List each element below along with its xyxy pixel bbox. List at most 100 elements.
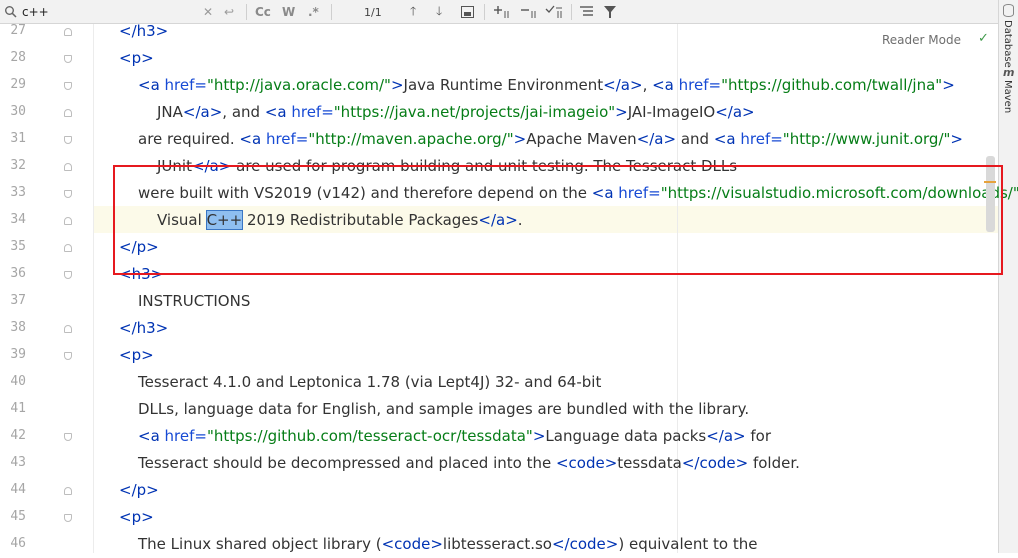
code-line-41[interactable]: DLLs, language data for English, and sam… (138, 396, 749, 423)
line-number[interactable]: 42 (0, 428, 26, 443)
match-count: 1/1 (364, 5, 382, 19)
line-number[interactable]: 30 (0, 104, 26, 119)
line-number[interactable]: 45 (0, 509, 26, 524)
line-number[interactable]: 28 (0, 50, 26, 65)
fold-marker-icon[interactable] (64, 109, 72, 117)
line-number[interactable]: 36 (0, 266, 26, 281)
code-token: "http://maven.apache.org/" (308, 130, 514, 148)
remove-occurrence-icon[interactable] (520, 0, 538, 24)
code-line-30[interactable]: JNA</a>, and <a href="https://java.net/p… (157, 99, 755, 126)
line-number[interactable]: 44 (0, 482, 26, 497)
line-number[interactable]: 43 (0, 455, 26, 470)
code-token: , (642, 76, 653, 94)
code-line-31[interactable]: are required. <a href="http://maven.apac… (138, 126, 963, 153)
code-token: > (950, 130, 963, 148)
fold-marker-icon[interactable] (64, 514, 72, 522)
maven-icon[interactable]: m (1003, 66, 1014, 79)
code-token: <a (138, 76, 165, 94)
clear-search-icon[interactable]: ✕ (203, 0, 213, 24)
code-token: </a> (603, 76, 643, 94)
code-token: > (532, 427, 546, 445)
line-number[interactable]: 29 (0, 77, 26, 92)
database-icon[interactable] (1003, 4, 1014, 17)
code-line-38[interactable]: </h3> (119, 315, 168, 342)
line-number[interactable]: 40 (0, 374, 26, 389)
code-token: </p> (119, 481, 159, 499)
fold-marker-icon[interactable] (64, 244, 72, 252)
match-case-toggle[interactable]: Cc (255, 0, 271, 24)
fold-marker-icon[interactable] (64, 325, 72, 333)
toolbar-separator (246, 4, 247, 20)
add-occurrence-icon[interactable] (493, 0, 511, 24)
fold-marker-icon[interactable] (64, 217, 72, 225)
code-line-46[interactable]: The Linux shared object library (<code>l… (138, 531, 757, 558)
fold-marker-icon[interactable] (64, 271, 72, 279)
code-token: href= (164, 76, 207, 94)
maven-tool-tab[interactable]: Maven (1002, 80, 1013, 113)
line-number[interactable]: 34 (0, 212, 26, 227)
next-occurrence-icon[interactable]: 🡓 (436, 0, 442, 24)
code-line-43[interactable]: Tesseract should be decompressed and pla… (138, 450, 800, 477)
select-all-matches-icon[interactable] (545, 0, 565, 24)
code-token: </h3> (119, 319, 169, 337)
code-token: JAI-ImageIO (627, 103, 716, 121)
fold-marker-icon[interactable] (64, 136, 72, 144)
code-token: </code> (551, 535, 619, 553)
line-number[interactable]: 32 (0, 158, 26, 173)
search-history-icon[interactable]: ↩ (224, 0, 234, 24)
code-line-37[interactable]: INSTRUCTIONS (138, 288, 250, 315)
line-number[interactable]: 27 (0, 23, 26, 38)
filter-icon[interactable] (604, 0, 616, 24)
fold-marker-icon[interactable] (64, 55, 72, 63)
line-number[interactable]: 41 (0, 401, 26, 416)
code-line-42[interactable]: <a href="https://github.com/tesseract-oc… (138, 423, 771, 450)
code-line-39[interactable]: <p> (119, 342, 154, 369)
code-line-45[interactable]: <p> (119, 504, 154, 531)
filter-lines-icon[interactable] (580, 0, 594, 24)
fold-marker-icon[interactable] (64, 190, 72, 198)
code-token: The Linux shared object library ( (138, 535, 382, 553)
fold-marker-icon[interactable] (64, 487, 72, 495)
line-number[interactable]: 37 (0, 293, 26, 308)
code-token: Java Runtime Environment (403, 76, 604, 94)
previous-occurrence-icon[interactable]: 🡑 (410, 0, 416, 24)
code-token: libtesseract.so (442, 535, 552, 553)
code-token: </a> (706, 427, 746, 445)
code-token: href= (678, 76, 722, 94)
code-token: <p> (119, 49, 154, 67)
code-token: and (676, 130, 714, 148)
whole-words-toggle[interactable]: W (282, 0, 295, 24)
line-number[interactable]: 31 (0, 131, 26, 146)
code-line-40[interactable]: Tesseract 4.1.0 and Leptonica 1.78 (via … (138, 369, 601, 396)
code-token: <code> (381, 535, 443, 553)
database-tool-tab[interactable]: Database (1002, 20, 1013, 68)
line-number[interactable]: 38 (0, 320, 26, 335)
fold-marker-icon[interactable] (64, 433, 72, 441)
line-number[interactable]: 39 (0, 347, 26, 362)
code-token: tessdata (617, 454, 682, 472)
search-icon[interactable] (4, 0, 20, 24)
code-token: "http://java.oracle.com/" (206, 76, 391, 94)
search-input[interactable] (22, 3, 202, 21)
code-line-27[interactable]: </h3> (119, 18, 168, 45)
code-token: "https://github.com/twall/jna" (721, 76, 943, 94)
inspection-ok-icon[interactable]: ✓ (978, 31, 989, 46)
code-line-29[interactable]: <a href="http://java.oracle.com/">Java R… (138, 72, 955, 99)
reader-mode-toggle[interactable]: Reader Mode (882, 33, 961, 47)
code-token: <a (264, 103, 292, 121)
code-token: ) equivalent to the (618, 535, 758, 553)
line-number[interactable]: 33 (0, 185, 26, 200)
fold-marker-icon[interactable] (64, 163, 72, 171)
code-token: href= (164, 427, 207, 445)
code-token: Apache Maven (526, 130, 637, 148)
fold-marker-icon[interactable] (64, 82, 72, 90)
code-line-44[interactable]: </p> (119, 477, 159, 504)
fold-marker-icon[interactable] (64, 352, 72, 360)
toolbar-separator (571, 4, 572, 20)
select-all-occurrences-icon[interactable] (461, 0, 474, 24)
line-number[interactable]: 35 (0, 239, 26, 254)
fold-marker-icon[interactable] (64, 28, 72, 36)
regex-toggle[interactable]: .* (308, 0, 319, 24)
line-number[interactable]: 46 (0, 536, 26, 551)
code-line-28[interactable]: <p> (119, 45, 154, 72)
